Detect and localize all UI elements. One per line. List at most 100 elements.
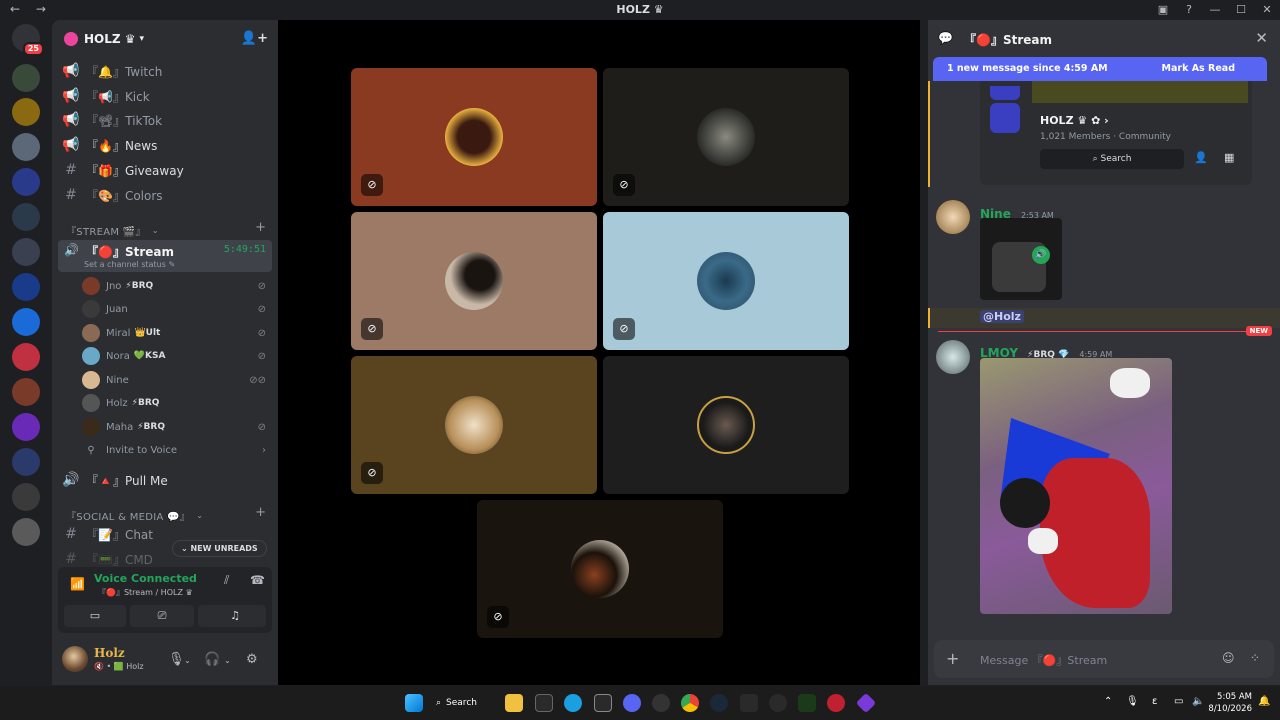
avatar[interactable]: [62, 646, 88, 672]
voice-user[interactable]: Nora 💚KSA ⊘: [82, 345, 272, 367]
camera-button[interactable]: ▭: [64, 605, 126, 627]
category-social[interactable]: 『SOCIAL & MEDIA 💬』 ⌄: [66, 508, 203, 523]
apps-icon[interactable]: ⁘: [1250, 651, 1260, 665]
help-icon[interactable]: ?: [1176, 0, 1202, 20]
message-input[interactable]: Message 『🔴』Stream: [980, 652, 1107, 668]
file-explorer-icon[interactable]: [505, 694, 523, 712]
channel-twitch[interactable]: 📢 『🔔』Twitch: [60, 60, 272, 82]
server-icon[interactable]: [12, 133, 40, 161]
create-channel-icon[interactable]: +: [255, 505, 266, 520]
server-icon[interactable]: [12, 168, 40, 196]
participant-tile[interactable]: ⊘: [351, 356, 597, 494]
voice-connected-label[interactable]: Voice Connected: [94, 572, 197, 585]
invite-to-voice[interactable]: ⚲ Invite to Voice ›: [82, 439, 272, 461]
inbox-icon[interactable]: ▣: [1150, 0, 1176, 20]
new-unreads-pill[interactable]: ⌄ NEW UNREADS: [172, 540, 267, 557]
server-icon[interactable]: [12, 98, 40, 126]
app-icon[interactable]: [798, 694, 816, 712]
add-member-icon[interactable]: 👤: [1194, 151, 1208, 164]
app-icon[interactable]: [594, 694, 612, 712]
message-image[interactable]: 🔊: [980, 218, 1062, 300]
category-stream[interactable]: 『STREAM 🎬』 ⌄: [66, 223, 159, 238]
mark-as-read-button[interactable]: Mark As Read: [1162, 63, 1235, 74]
close-button[interactable]: ✕: [1254, 0, 1280, 20]
avatar[interactable]: [936, 200, 970, 234]
chevron-up-icon[interactable]: ⌃: [1104, 696, 1112, 707]
server-icon[interactable]: [12, 203, 40, 231]
participant-tile[interactable]: ⊘: [603, 68, 849, 206]
new-messages-bar[interactable]: 1 new message since 4:59 AM Mark As Read: [933, 57, 1267, 81]
language-icon[interactable]: ε: [1152, 696, 1157, 707]
participant-tile[interactable]: [603, 356, 849, 494]
participant-tile[interactable]: ⊘: [351, 212, 597, 350]
server-icon[interactable]: [12, 308, 40, 336]
chevron-down-icon[interactable]: ⌄: [224, 656, 231, 665]
soundboard-button[interactable]: ♫: [204, 605, 266, 627]
channel-status[interactable]: Set a channel status ✎: [84, 260, 175, 269]
add-attachment-icon[interactable]: +: [946, 649, 959, 668]
minimize-button[interactable]: —: [1202, 0, 1228, 20]
channel-stream-active[interactable]: 🔊 『🔴』Stream 5:49:51 Set a channel status…: [58, 240, 272, 272]
microphone-icon[interactable]: 🎙: [168, 652, 185, 667]
headphones-icon[interactable]: 🎧: [204, 652, 220, 667]
server-icon[interactable]: [12, 273, 40, 301]
chevron-down-icon[interactable]: ⌄: [184, 656, 191, 665]
channel-colors[interactable]: # 『🎨』Colors: [60, 184, 272, 206]
server-icon[interactable]: [12, 413, 40, 441]
chrome-icon[interactable]: [681, 694, 699, 712]
emoji-icon[interactable]: ☺: [1222, 651, 1235, 665]
channel-tiktok[interactable]: 📢 『📽』TikTok: [60, 109, 272, 131]
server-icon[interactable]: [12, 343, 40, 371]
channel-kick[interactable]: 📢 『📢』Kick: [60, 85, 272, 107]
create-channel-icon[interactable]: +: [255, 220, 266, 235]
maximize-button[interactable]: ☐: [1228, 0, 1254, 20]
participant-tile[interactable]: ⊘: [351, 68, 597, 206]
voice-user[interactable]: Holz ⚡BRQ: [82, 392, 272, 414]
channel-pull-me[interactable]: 🔊 『🔺』Pull Me: [60, 469, 272, 491]
message-composer[interactable]: + Message 『🔴』Stream ☺ ⁘: [934, 640, 1274, 678]
add-member-icon[interactable]: 👤+: [241, 31, 268, 46]
channel-giveaway[interactable]: # 『🎁』Giveaway: [60, 159, 272, 181]
voice-user[interactable]: Nine ⊘⊘: [82, 369, 272, 391]
server-icon[interactable]: [12, 483, 40, 511]
edge-icon[interactable]: [564, 694, 582, 712]
signal-icon[interactable]: 📶: [70, 577, 85, 591]
taskbar-clock[interactable]: 5:05 AM 8/10/2026: [1208, 691, 1252, 715]
windows-start-icon[interactable]: [405, 694, 423, 712]
noise-suppression-icon[interactable]: ⫽: [224, 573, 229, 588]
server-icon[interactable]: [12, 448, 40, 476]
voice-channel-path[interactable]: 『🔴』Stream / HOLZ ♛: [98, 587, 193, 598]
app-icon[interactable]: [740, 694, 758, 712]
server-icon[interactable]: [12, 518, 40, 546]
network-icon[interactable]: ▭: [1174, 696, 1183, 707]
taskbar-search[interactable]: ⌕ Search: [436, 694, 477, 712]
embed-search-button[interactable]: ⌕ Search: [1040, 149, 1184, 169]
guild-header[interactable]: HOLZ ♛ ▾ 👤+: [52, 20, 278, 58]
voice-user[interactable]: Jno ⚡BRQ ⊘: [82, 275, 272, 297]
voice-user[interactable]: Maha ⚡BRQ ⊘: [82, 416, 272, 438]
gear-icon[interactable]: ⚙: [246, 652, 258, 667]
message-image[interactable]: [980, 358, 1172, 614]
app-icon[interactable]: [855, 692, 877, 714]
screen-share-button[interactable]: ⎚: [130, 605, 194, 627]
volume-icon[interactable]: 🔈: [1192, 696, 1204, 707]
user-mention[interactable]: @Holz: [980, 310, 1024, 323]
home-button[interactable]: 25: [12, 24, 44, 56]
discord-icon[interactable]: [623, 694, 641, 712]
close-icon[interactable]: ✕: [1255, 29, 1268, 47]
server-invite-card[interactable]: HOLZ ♛ ✿ › 1,021 Members · Community ⌕ S…: [980, 81, 1252, 185]
server-icon[interactable]: [12, 64, 40, 92]
voice-user[interactable]: Juan ⊘: [82, 298, 272, 320]
participant-tile[interactable]: ⊘: [477, 500, 723, 638]
server-icon[interactable]: [12, 238, 40, 266]
microphone-icon[interactable]: 🎙: [1126, 696, 1139, 707]
server-icon[interactable]: [12, 378, 40, 406]
calendar-icon[interactable]: ▦: [1224, 151, 1234, 164]
app-icon[interactable]: [827, 694, 845, 712]
steam-icon[interactable]: [710, 694, 728, 712]
participant-tile[interactable]: ⊘: [603, 212, 849, 350]
app-icon[interactable]: [769, 694, 787, 712]
user-name[interactable]: Holz: [94, 646, 125, 660]
avatar[interactable]: [936, 340, 970, 374]
notification-icon[interactable]: 🔔: [1258, 696, 1270, 707]
